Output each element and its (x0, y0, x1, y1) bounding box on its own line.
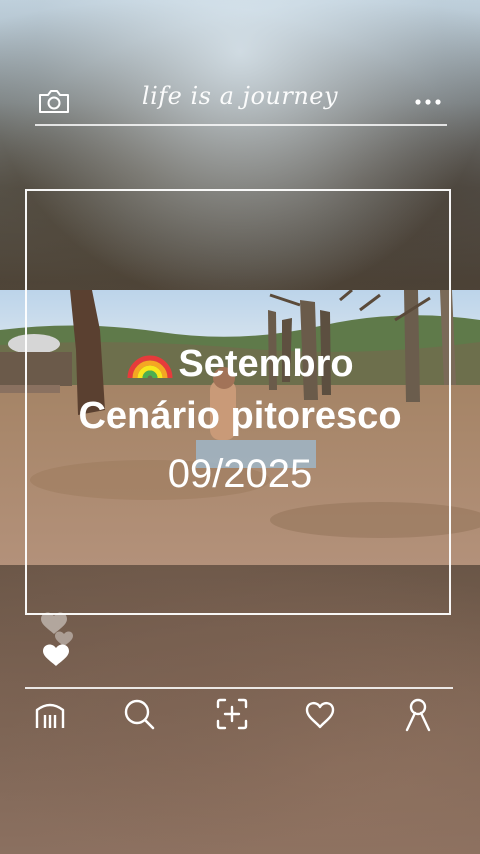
camera-icon[interactable] (38, 88, 70, 114)
date-label: 09/2025 (167, 452, 313, 496)
app-title: life is a journey (141, 82, 339, 110)
profile-icon[interactable] (400, 696, 436, 732)
rainbow-icon (127, 355, 173, 379)
search-icon[interactable] (121, 696, 157, 732)
home-icon[interactable] (32, 696, 68, 732)
top-divider (35, 124, 447, 126)
bottom-divider (25, 687, 453, 689)
hearts-icon[interactable] (38, 608, 82, 670)
heart-icon[interactable] (302, 696, 338, 732)
scene-title: Cenário pitoresco (78, 395, 402, 437)
month-label-row: Setembro (0, 338, 480, 386)
top-bar: life is a journey (0, 80, 480, 125)
bottom-nav (0, 696, 480, 736)
more-icon[interactable] (414, 98, 442, 106)
add-icon[interactable] (214, 696, 250, 732)
month-label: Setembro (178, 343, 354, 385)
